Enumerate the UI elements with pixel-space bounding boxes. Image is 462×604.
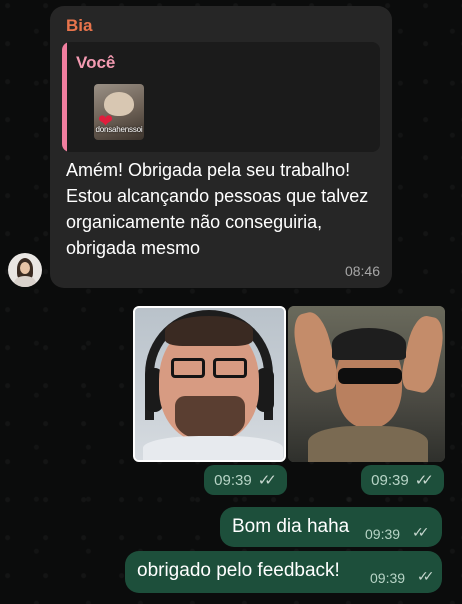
double-check-icon: ✓✓ xyxy=(417,568,435,584)
beard xyxy=(175,396,245,440)
photo-time-badge: 09:39 ✓✓ xyxy=(204,465,287,495)
double-check-icon: ✓✓ xyxy=(414,472,434,489)
double-check-icon: ✓✓ xyxy=(257,472,277,489)
avatar-clothes xyxy=(14,276,36,287)
cap xyxy=(332,328,406,360)
message-text: Bom dia haha xyxy=(232,516,350,537)
double-check-icon: ✓✓ xyxy=(412,524,430,540)
outgoing-message-bubble[interactable]: obrigado pelo feedback! 09:39 ✓✓ xyxy=(125,551,442,593)
message-text: Amém! Obrigada pela seu trabalho! Estou … xyxy=(66,160,369,258)
incoming-message-bubble[interactable]: Bia Você ❤ donsahenssoi Amém! Obrigada p… xyxy=(50,6,392,288)
photo-time: 09:39 xyxy=(214,471,252,489)
sunglasses xyxy=(338,368,402,384)
photo-man-sunglasses[interactable] xyxy=(288,306,445,462)
quoted-author: Você xyxy=(76,53,116,72)
message-text: obrigado pelo feedback! xyxy=(137,560,340,581)
message-time: 08:46 xyxy=(344,263,380,279)
message-time: 09:39 xyxy=(365,526,401,542)
shirt xyxy=(143,436,283,460)
quoted-message[interactable]: Você ❤ donsahenssoi xyxy=(62,42,380,152)
photo-man-headset[interactable] xyxy=(133,306,286,462)
contact-avatar[interactable] xyxy=(8,253,42,287)
sticker-caption: donsahenssoi xyxy=(95,125,143,134)
sender-name[interactable]: Bia xyxy=(66,16,92,36)
avatar-face xyxy=(20,262,30,274)
torso xyxy=(308,426,428,462)
photo-time: 09:39 xyxy=(371,471,409,489)
glasses xyxy=(171,358,249,378)
message-time: 09:39 xyxy=(370,570,406,586)
hair xyxy=(165,316,253,346)
outgoing-message-bubble[interactable]: Bom dia haha 09:39 ✓✓ xyxy=(220,507,442,547)
quoted-sticker: ❤ donsahenssoi xyxy=(94,84,144,140)
quote-accent-bar xyxy=(62,42,67,152)
photo-time-badge: 09:39 ✓✓ xyxy=(361,465,444,495)
